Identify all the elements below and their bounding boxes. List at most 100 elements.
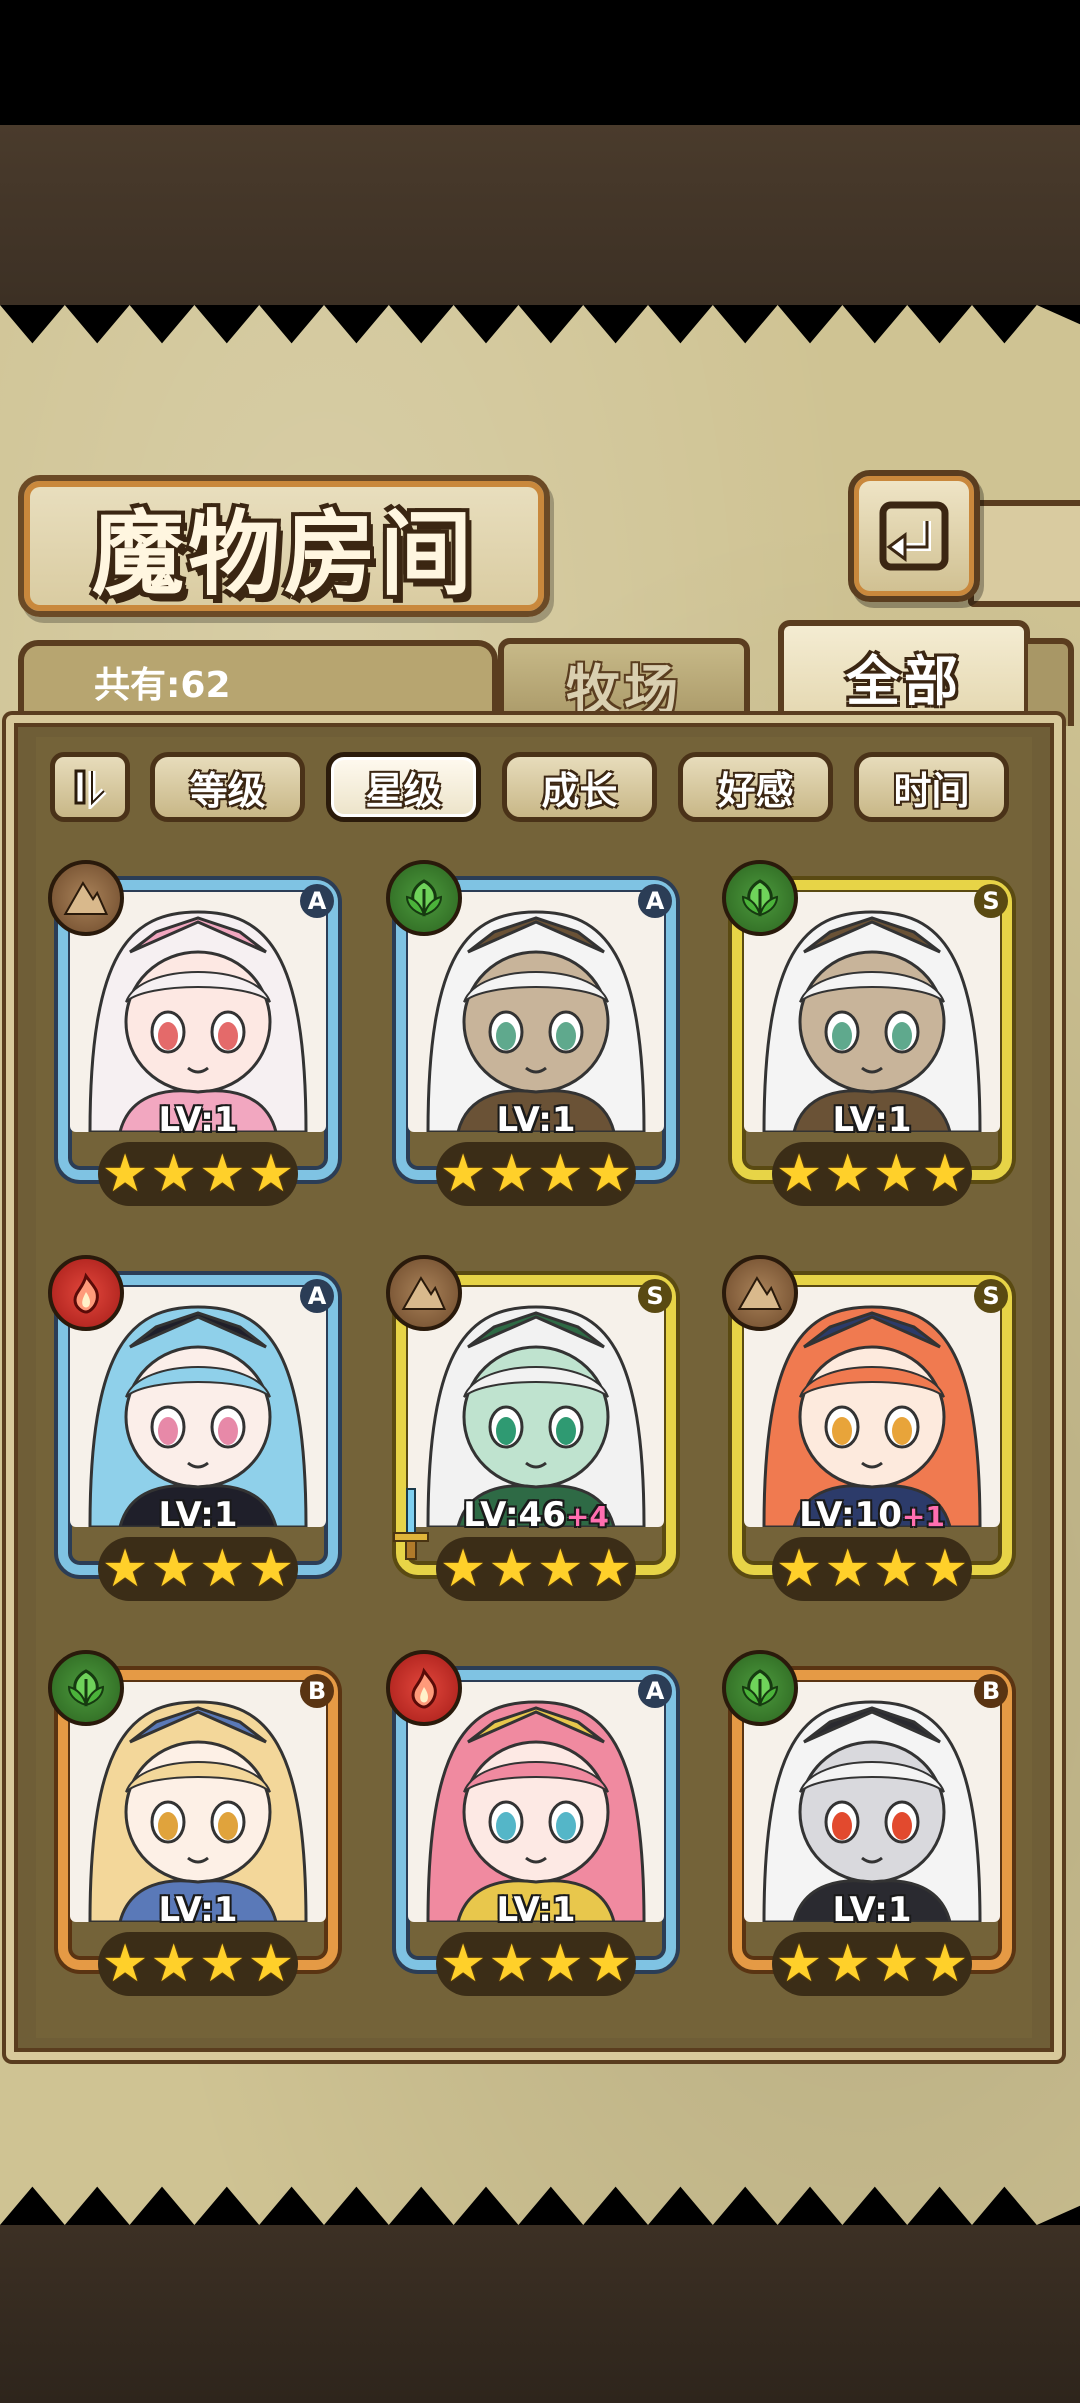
tab-pasture[interactable]: 牧场: [498, 638, 750, 726]
sort-affection-button[interactable]: 好感: [678, 752, 833, 822]
map-background-top: [0, 125, 1080, 305]
level-value: LV:1: [158, 1495, 238, 1535]
tab-bar: 共有:62 牧场 全部: [18, 620, 1074, 726]
monster-count: 共有:62: [94, 665, 231, 706]
level-value: LV:1: [832, 1890, 912, 1930]
star-icon: ★: [537, 1539, 584, 1599]
mountain-icon: [386, 1255, 462, 1331]
sort-time-button[interactable]: 时间: [854, 752, 1009, 822]
star-icon: ★: [150, 1934, 197, 1994]
level-label: LV:46+4: [386, 1495, 686, 1535]
star-rating: ★ ★ ★ ★: [98, 1142, 298, 1206]
sort-order-toggle[interactable]: [50, 752, 130, 822]
star-icon: ★: [585, 1144, 633, 1204]
monster-count-tab: 共有:62: [18, 640, 498, 718]
flame-icon: [48, 1255, 124, 1331]
sort-level-button[interactable]: 等级: [150, 752, 305, 822]
monster-card[interactable]: A LV:1 ★ ★ ★ ★: [386, 1650, 686, 2005]
tab-pasture-label: 牧场: [566, 657, 682, 722]
level-label: LV:10+1: [722, 1495, 1022, 1535]
star-rating: ★ ★ ★ ★: [436, 1537, 636, 1601]
star-rating: ★ ★ ★ ★: [98, 1537, 298, 1601]
rank-badge: B: [300, 1674, 334, 1708]
star-icon: ★: [537, 1144, 584, 1204]
leaf-icon: [722, 1650, 798, 1726]
sort-star-button[interactable]: 星级: [326, 752, 481, 822]
star-icon: ★: [775, 1934, 823, 1994]
rank-badge: B: [974, 1674, 1008, 1708]
level-label: LV:1: [48, 1495, 348, 1535]
leaf-icon: [386, 860, 462, 936]
star-icon: ★: [439, 1539, 487, 1599]
star-icon: ★: [921, 1144, 969, 1204]
star-icon: ★: [101, 1144, 149, 1204]
level-label: LV:1: [48, 1890, 348, 1930]
level-bonus: +1: [901, 1500, 945, 1533]
monster-card[interactable]: S LV:1 ★ ★ ★ ★: [722, 860, 1022, 1215]
level-label: LV:1: [386, 1890, 686, 1930]
leaf-icon: [722, 860, 798, 936]
star-icon: ★: [101, 1539, 149, 1599]
star-icon: ★: [150, 1539, 197, 1599]
monster-card[interactable]: S LV:10+1 ★ ★ ★ ★: [722, 1255, 1022, 1610]
level-value: LV:1: [496, 1890, 576, 1930]
star-icon: ★: [775, 1539, 823, 1599]
star-icon: ★: [439, 1144, 487, 1204]
rank-badge: S: [638, 1279, 672, 1313]
back-button[interactable]: [848, 470, 980, 602]
star-icon: ★: [247, 1144, 295, 1204]
rank-badge: S: [974, 884, 1008, 918]
star-rating: ★ ★ ★ ★: [772, 1142, 972, 1206]
monster-card[interactable]: B LV:1 ★ ★ ★ ★: [48, 1650, 348, 2005]
star-icon: ★: [439, 1934, 487, 1994]
monster-card[interactable]: B LV:1 ★ ★ ★ ★: [722, 1650, 1022, 2005]
sort-order-icon: [74, 769, 107, 809]
star-icon: ★: [873, 1144, 920, 1204]
star-rating: ★ ★ ★ ★: [772, 1932, 972, 1996]
tab-all-label: 全部: [846, 648, 962, 713]
star-icon: ★: [824, 1144, 871, 1204]
monster-card[interactable]: A LV:1 ★ ★ ★ ★: [386, 860, 686, 1215]
star-icon: ★: [775, 1144, 823, 1204]
page-title: 魔物房间: [91, 499, 476, 608]
level-value: LV:1: [496, 1100, 576, 1140]
star-icon: ★: [199, 1144, 246, 1204]
star-icon: ★: [247, 1539, 295, 1599]
star-icon: ★: [873, 1934, 920, 1994]
return-arrow-icon: [879, 501, 949, 571]
star-icon: ★: [585, 1934, 633, 1994]
level-value: LV:1: [158, 1890, 238, 1930]
star-icon: ★: [921, 1934, 969, 1994]
sort-growth-button[interactable]: 成长: [502, 752, 657, 822]
leaf-icon: [48, 1650, 124, 1726]
level-label: LV:1: [48, 1100, 348, 1140]
rank-badge: A: [300, 1279, 334, 1313]
star-icon: ★: [199, 1539, 246, 1599]
star-icon: ★: [247, 1934, 295, 1994]
title-plate: 魔物房间: [18, 475, 550, 617]
flame-icon: [386, 1650, 462, 1726]
monster-card[interactable]: A LV:1 ★ ★ ★ ★: [48, 860, 348, 1215]
star-rating: ★ ★ ★ ★: [98, 1932, 298, 1996]
star-icon: ★: [150, 1144, 197, 1204]
tab-all[interactable]: 全部: [778, 620, 1030, 726]
level-label: LV:1: [722, 1100, 1022, 1140]
rank-badge: S: [974, 1279, 1008, 1313]
back-button-rail: [968, 500, 1080, 607]
star-icon: ★: [199, 1934, 246, 1994]
star-icon: ★: [101, 1934, 149, 1994]
star-icon: ★: [585, 1539, 633, 1599]
tab-bar-edge: [1028, 638, 1074, 726]
monster-card[interactable]: S LV:46+4 ★ ★ ★ ★: [386, 1255, 686, 1610]
level-value: LV:46: [463, 1495, 566, 1535]
mountain-icon: [722, 1255, 798, 1331]
star-icon: ★: [873, 1539, 920, 1599]
level-value: LV:1: [832, 1100, 912, 1140]
rank-badge: A: [638, 884, 672, 918]
map-background-bottom: [0, 2225, 1080, 2403]
star-icon: ★: [488, 1934, 535, 1994]
rank-badge: A: [300, 884, 334, 918]
monster-card[interactable]: A LV:1 ★ ★ ★ ★: [48, 1255, 348, 1610]
star-rating: ★ ★ ★ ★: [436, 1932, 636, 1996]
star-icon: ★: [921, 1539, 969, 1599]
